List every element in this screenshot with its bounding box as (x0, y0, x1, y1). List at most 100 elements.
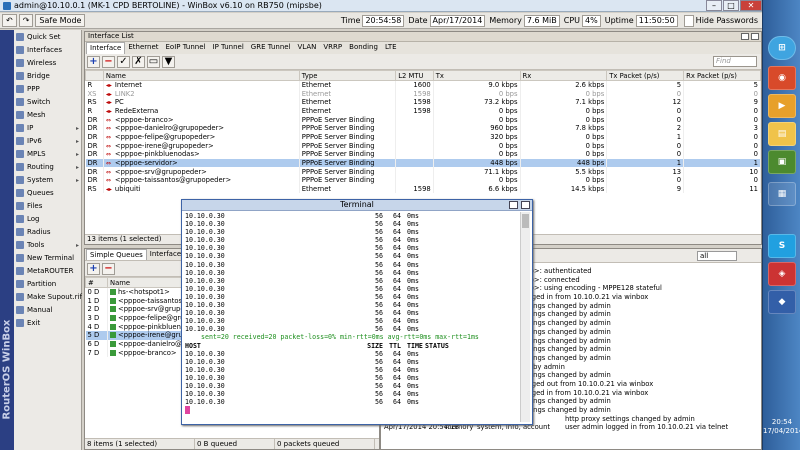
uptime-value: 11:50:50 (635, 14, 678, 27)
tab-ethernet[interactable]: Ethernet (125, 42, 162, 54)
sidebar-item[interactable]: Make Supout.rif (14, 291, 82, 304)
minimize-button[interactable]: – (706, 0, 722, 11)
tab-vlan[interactable]: VLAN (295, 42, 321, 54)
sidebar-item[interactable]: PPP (14, 83, 82, 96)
interface-row[interactable]: R ◂▸ Internet Ethernet 1600 9.0 kbps 2.6 kbps 5… (85, 80, 761, 90)
tab-vrrp[interactable]: VRRP (320, 42, 346, 54)
add-button[interactable]: + (87, 55, 100, 68)
interface-col-header[interactable]: Tx Packet (p/s) (606, 70, 685, 81)
interface-col-header[interactable]: L2 MTU (395, 70, 434, 81)
interface-row[interactable]: DR ⇔ <pppoe-branco> PPPoE Server Binding 0 b… (85, 115, 761, 124)
interface-row[interactable]: RS ◂▸ ubiquiti Ethernet 1598 6.6 kbps 14.5 kbp… (85, 184, 761, 194)
sidebar-item[interactable]: IP ▸ (14, 122, 82, 135)
sidebar-item[interactable]: Tools ▸ (14, 239, 82, 252)
tab-simple-queues[interactable]: Simple Queues (86, 249, 147, 260)
sidebar-item[interactable]: Log (14, 213, 82, 226)
terminal-scroll-thumb[interactable] (522, 214, 529, 228)
ping-host: 10.10.0.30 (185, 357, 225, 366)
filter-button[interactable]: ▼ (162, 55, 175, 68)
start-button[interactable]: ⊞ (768, 36, 796, 60)
interface-row[interactable]: DR ⇔ <pppoe-danielro@grupopeder> PPPoE Serv… (85, 123, 761, 133)
interface-list-maximize-button[interactable] (741, 33, 749, 40)
interface-row[interactable]: DR ⇔ <pppoe-taissantos@grupopeder> PPPoE Se… (85, 176, 761, 185)
remove-button[interactable]: − (102, 55, 115, 68)
hide-passwords-checkbox[interactable] (683, 14, 694, 27)
interface-row[interactable]: XS ◂▸ LINK2 Ethernet 1598 0 bps 0 bps 0 0 (85, 89, 761, 98)
interface-row[interactable]: DR ⇔ <pppoe-pinkbluenodas> PPPoE Server Bin… (85, 150, 761, 159)
chrome-taskbar-icon[interactable]: ◉ (768, 66, 796, 90)
interface-row[interactable]: DR ⇔ <pppoe-srv@grupopeder> PPPoE Server Bi… (85, 167, 761, 177)
taskbar-clock[interactable]: 20:54 17/04/2014 (763, 418, 800, 436)
tab-eoip-tunnel[interactable]: EoIP Tunnel (163, 42, 210, 54)
disable-button[interactable]: ✗ (132, 55, 145, 68)
terminal-scrollbar[interactable] (520, 212, 530, 422)
skype-taskbar-icon[interactable]: S (768, 234, 796, 258)
explorer-taskbar-icon[interactable]: ▤ (768, 122, 796, 146)
queue-col-number[interactable]: # (85, 277, 108, 288)
enable-button[interactable]: ✓ (117, 55, 130, 68)
tab-bonding[interactable]: Bonding (346, 42, 382, 54)
safe-mode-button[interactable]: Safe Mode (35, 14, 86, 27)
tab-gre-tunnel[interactable]: GRE Tunnel (248, 42, 295, 54)
sidebar-item[interactable]: Manual (14, 304, 82, 317)
interface-row[interactable]: RS ◂▸ PC Ethernet 1598 73.2 kbps 7.1 kbps 12 9 (85, 97, 761, 107)
winbox-taskbar-icon[interactable]: ▦ (768, 182, 796, 206)
interface-col-header[interactable]: Rx (519, 70, 608, 81)
sidebar-item[interactable]: Mesh (14, 109, 82, 122)
queue-remove-button[interactable]: − (102, 262, 115, 275)
interface-col-header[interactable]: Type (298, 70, 397, 81)
sidebar-item[interactable]: Radius (14, 226, 82, 239)
sidebar-item[interactable]: New Terminal (14, 252, 82, 265)
window-titlebar[interactable]: admin@10.10.0.1 (MK-1 CPD BERTOLINE) - W… (0, 0, 762, 12)
sidebar-item[interactable]: Files (14, 200, 82, 213)
interface-row[interactable]: DR ⇔ <pppoe-felipe@grupopeder> PPPoE Server… (85, 132, 761, 142)
sidebar-item[interactable]: System ▸ (14, 174, 82, 187)
app-taskbar-icon[interactable]: ▣ (768, 150, 796, 174)
terminal-window[interactable]: Terminal 10.10.0.30 56 64 0ms 10.10.0.30 56 64… (181, 199, 533, 425)
tab-interface[interactable]: Interface (86, 42, 126, 54)
log-filter-select[interactable]: all (697, 250, 737, 261)
interface-col-header[interactable]: Tx (432, 70, 521, 81)
queue-add-button[interactable]: + (87, 262, 100, 275)
sidebar-item[interactable]: Interfaces (14, 44, 82, 57)
sidebar-item[interactable]: Routing ▸ (14, 161, 82, 174)
ping-size: 56 (375, 357, 383, 366)
close-button[interactable]: ✕ (740, 0, 762, 11)
terminal-cursor[interactable] (185, 406, 190, 415)
interface-row[interactable]: DR ⇔ <pppoe-irene@grupopeder> PPPoE Server … (85, 141, 761, 150)
terminal-maximize-button[interactable] (509, 201, 518, 209)
terminal-titlebar[interactable]: Terminal (182, 200, 532, 211)
metarouter-icon (16, 267, 24, 275)
maximize-button[interactable]: □ (723, 0, 739, 11)
sidebar-item[interactable]: MPLS ▸ (14, 148, 82, 161)
find-input[interactable]: Find (713, 56, 757, 67)
ethernet-icon: ◂▸ (105, 186, 112, 194)
comment-button[interactable]: ▭ (147, 55, 160, 68)
interface-col-header[interactable]: Rx Packet (p/s) (683, 70, 761, 81)
interface-row[interactable]: DR ⇔ <pppoe-servidor> PPPoE Server Binding 4… (85, 158, 761, 168)
sidebar-item[interactable]: Queues (14, 187, 82, 200)
app2-taskbar-icon[interactable]: ◈ (768, 262, 796, 286)
redo-button[interactable]: ↷ (18, 14, 34, 27)
interface-col-header[interactable] (85, 70, 104, 81)
queue-cell-number: 0 D (85, 287, 108, 297)
sidebar-item[interactable]: Exit (14, 317, 82, 330)
undo-button[interactable]: ↶ (2, 14, 17, 27)
sidebar-item[interactable]: MetaROUTER (14, 265, 82, 278)
interface-col-header[interactable]: Name (102, 70, 300, 81)
sidebar-item[interactable]: Wireless (14, 57, 82, 70)
interface-list-close-button[interactable] (751, 33, 759, 40)
sidebar-item[interactable]: Switch (14, 96, 82, 109)
sidebar-item[interactable]: Quick Set (14, 31, 82, 44)
interface-list-titlebar[interactable]: Interface List (85, 32, 761, 42)
sidebar-item[interactable]: Bridge (14, 70, 82, 83)
media-player-taskbar-icon[interactable]: ▶ (768, 94, 796, 118)
terminal-close-button[interactable] (521, 201, 530, 209)
sidebar-item[interactable]: Partition (14, 278, 82, 291)
app3-taskbar-icon[interactable]: ◆ (768, 290, 796, 314)
tab-lte[interactable]: LTE (382, 42, 401, 54)
interface-cell-type: PPPoE Server Binding (299, 158, 397, 168)
tab-ip-tunnel[interactable]: IP Tunnel (210, 42, 248, 54)
interface-row[interactable]: R ◂▸ RedeExterna Ethernet 1598 0 bps 0 bps 0 0 (85, 106, 761, 116)
sidebar-item[interactable]: IPv6 ▸ (14, 135, 82, 148)
